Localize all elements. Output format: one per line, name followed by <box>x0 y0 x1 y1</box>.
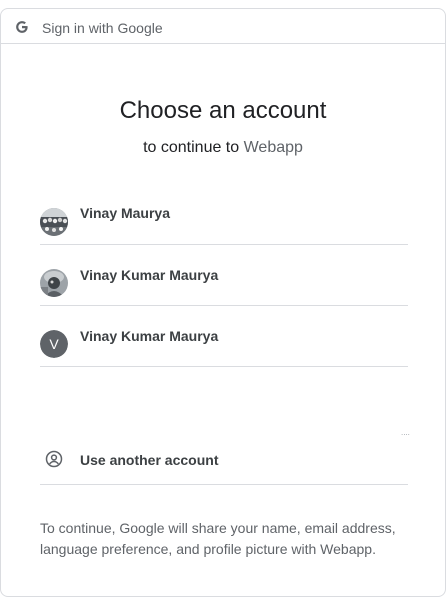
account-item[interactable]: V Vinay Kumar Maurya <box>40 306 408 367</box>
use-another-account-label: Use another account <box>80 452 219 468</box>
header-title: Sign in with Google <box>42 20 163 36</box>
dialog-header: Sign in with Google <box>1 9 445 44</box>
privacy-notice: To continue, Google will share your name… <box>40 520 396 557</box>
page-title: Choose an account <box>119 97 327 124</box>
avatar <box>40 208 68 236</box>
avatar-initial: V <box>49 336 59 352</box>
subtitle-prefix: to continue to <box>143 139 240 156</box>
google-signin-dialog: Sign in with Google Choose an account to… <box>0 8 446 597</box>
subtitle: to continue to Webapp <box>1 138 445 158</box>
account-name: Vinay Kumar Maurya <box>80 328 219 344</box>
account-name: Vinay Kumar Maurya <box>80 267 219 283</box>
account-item[interactable]: Vinay Maurya <box>40 184 408 245</box>
account-list: Vinay Maurya Vinay Kumar Maurya V Vinay … <box>40 184 408 367</box>
account-name: Vinay Maurya <box>80 205 171 221</box>
account-item[interactable]: Vinay Kumar Maurya <box>40 245 408 306</box>
app-name-link[interactable]: Webapp <box>244 139 303 156</box>
google-g-icon <box>16 21 28 33</box>
avatar: V <box>40 330 68 358</box>
account-circle-icon <box>45 450 63 468</box>
use-another-account-button[interactable]: Use another account <box>40 435 408 485</box>
avatar <box>40 269 68 297</box>
